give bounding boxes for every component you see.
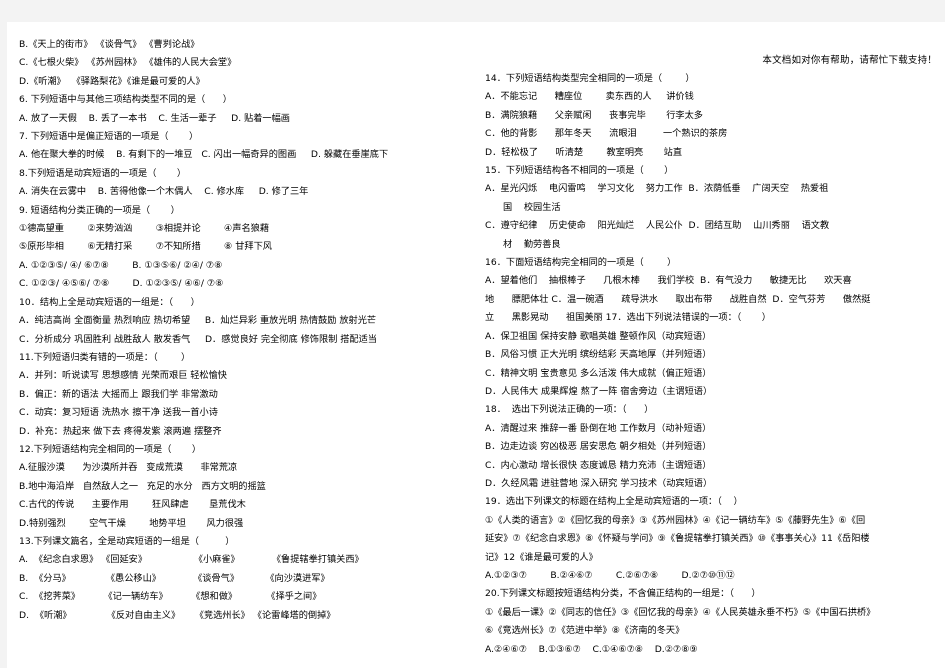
option-line: C. ①②③/ ④⑤⑥/ ⑦⑧ D. ①②③⑤/ ④⑥/ ⑦⑧ [19, 278, 224, 290]
two-column-body: B.《天上的街市》 《谈骨气》 《曹刿论战》 C.《七根火柴》 《苏州园林》 《… [7, 22, 945, 668]
text-line: D.《听潮》 《驿路梨花》《谁是最可爱的人》 [19, 75, 205, 87]
option-line: D.特别强烈 空气干燥 地势平坦 风力很强 [19, 517, 244, 529]
option-line: B．风俗习惯 正大光明 缤纷结彩 天高地厚（并列短语） [485, 349, 712, 361]
left-text-column: B.《天上的街市》 《谈骨气》 《曹刿论战》 C.《七根火柴》 《苏州园林》 《… [19, 36, 474, 625]
text-line: C.《七根火柴》 《苏州园林》 《雄伟的人民大会堂》 [19, 57, 237, 69]
option-line: C．遵守纪律 历史使命 阳光灿烂 人民公仆 D．团结互助 山川秀丽 语文教 [485, 220, 830, 232]
option-line: D．人民伟大 成果辉煌 熬了一阵 宿舍旁边（主谓短语） [485, 385, 713, 397]
option-line: D. 《听潮》 《反对自由主义》 《竞选州长》 《论雷峰塔的倒掉》 [19, 609, 336, 621]
option-line: C．内心激动 增长很快 态度诚恳 精力充沛（主谓短语） [485, 459, 712, 471]
option-line: B．偏正：新的语法 大摇而上 跟我们学 非常激动 [19, 388, 218, 400]
option-line: C.古代的传说 主要作用 狂风肆虐 垦荒伐木 [19, 499, 246, 511]
question-line: 9. 短语结构分类正确的一项是（ ） [19, 204, 180, 216]
question-line: 7. 下列短语中是偏正短语的一项是（ ） [19, 131, 199, 143]
option-line: 立 黑影晃动 祖国美丽 17．选出下列说法错误的一项：（ ） [485, 312, 771, 324]
text-line: B.《天上的街市》 《谈骨气》 《曹刿论战》 [19, 39, 200, 50]
option-line: A．望着他们 抽根棒子 几根木棒 我们学校 B．有气没力 敏捷无比 欢天喜 [485, 275, 852, 287]
option-line: B.地中海沿岸 自然敌人之一 充足的水分 西方文明的摇篮 [19, 480, 266, 492]
option-line: 延安》⑦《纪念白求恩》⑧《怀疑与学问》⑨《鲁提辖拳打镇关西》⑩《事事关心》11《… [485, 533, 870, 545]
question-line: 8.下列短语是动宾短语的一项是（ ） [19, 167, 187, 179]
question-line: 15．下列短语结构各不相同的一项是（ ） [485, 165, 674, 177]
option-line: C. 《挖荠菜》 《记一辆纺车》 《想和做》 《择乎之间》 [19, 591, 322, 603]
option-line: ⑤原形毕相 ⑥无精打采 ⑦不知所措 ⑧ 甘拜下风 [19, 241, 272, 253]
option-line: B. 《分马》 《愚公移山》 《谈骨气》 《向沙漠进军》 [19, 572, 330, 584]
option-line: A. 《纪念白求恩》 《回延安》 《小麻雀》 《鲁提辖拳打镇关西》 [19, 554, 364, 566]
option-line: A．清醒过来 推辞一番 卧倒在地 工作数月（动补短语） [485, 422, 712, 434]
option-line: 记》12《谁是最可爱的人》 [485, 551, 598, 563]
option-line: A. 消失在云雾中 B. 苦得他像一个木偶人 C. 修水库 D. 修了三年 [19, 186, 309, 198]
option-line: A．保卫祖国 保持安静 歌唱英雄 整顿作风（动宾短语） [485, 330, 712, 342]
question-line: 18． 选出下列说法正确的一项：（ ） [485, 404, 654, 416]
option-line-continuation: 材 勤劳善良 [503, 238, 561, 250]
option-line: D．轻松极了 听清楚 教室明亮 站直 [485, 146, 683, 158]
option-line: C．动宾：复习短语 洗热水 擦干净 送我一首小诗 [19, 407, 218, 419]
question-line: 10．结构上全是动宾短语的一组是：（ ） [19, 296, 200, 308]
question-line: 12.下列短语结构完全相同的一项是（ ） [19, 443, 202, 455]
question-line: 13.下列课文篇名，全是动宾短语的一组是（ ） [19, 535, 235, 547]
option-line: ①德高望重 ②来势汹汹 ③相提并论 ④声名狼藉 [19, 223, 270, 235]
question-line: 6. 下列短语中与其他三项结构类型不同的是（ ） [19, 94, 232, 106]
option-line-continuation: 国 校园生活 [503, 201, 561, 213]
question-line: 19．选出下列课文的标题在结构上全是动宾短语的一项：（ ） [485, 496, 743, 508]
option-line: C．精神文明 宝贵意见 多么活泼 伟大成就（偏正短语） [485, 367, 712, 379]
option-line: A．纯洁高尚 全面衡量 热烈响应 热切希望 B．灿烂异彩 重放光明 热情鼓励 放… [19, 315, 377, 327]
option-line: B．满院狼藉 父亲赋闲 丧事完毕 行李太多 [485, 109, 703, 121]
option-line: B．边走边谈 穷凶极恶 居安思危 朝夕相处（并列短语） [485, 441, 712, 453]
option-line: C．分析成分 巩固胜利 战胜敌人 散发香气 D．感觉良好 完全彻底 修饰限制 搭… [19, 333, 377, 345]
option-line: A. 他在聚大拳的时候 B. 有剩下的一堆豆 C. 闪出一幅奇异的图画 D. 躲… [19, 149, 389, 161]
option-line: A.①②③⑦ B.②④⑥⑦ C.②⑥⑦⑧ D.②⑦⑩⑪⑫ [485, 569, 735, 581]
option-line: A. 放了一天假 B. 丢了一本书 C. 生活一辈子 D. 贴着一幅画 [19, 112, 290, 124]
option-line: A.征服沙漠 为沙漠所并吞 变成荒漠 非常荒凉 [19, 462, 238, 474]
question-line: 16．下面短语结构完全相同的一项是（ ） [485, 257, 677, 269]
right-text-column: 14．下列短语结构类型完全相同的一项是（ ） A．不能忘记 糟座位 卖东西的人 … [485, 70, 940, 659]
option-line: A.②④⑥⑦ B.①③⑥⑦ C.①④⑥⑦⑧ D.②⑦⑧⑨ [485, 643, 698, 655]
option-line: 地 膘肥体壮 C．温一碗酒 疏导洪水 取出布带 战胜自然 D．空气芬芳 傲然挺 [485, 293, 871, 305]
question-line: 11.下列短语归类有错的一项是：（ ） [19, 351, 191, 363]
option-line: A．星光闪烁 电闪雷鸣 学习文化 努力工作 B．浓荫低垂 广阔天空 热爱祖 [485, 183, 829, 195]
option-line: A. ①②③⑤/ ④/ ⑥⑦⑧ B. ①③⑤⑥/ ②④/ ⑦⑧ [19, 259, 223, 271]
option-line: ⑥《竞选州长》⑦《范进中举》⑧《济南的冬天》 [485, 625, 685, 637]
option-line: D．久经风霜 进驻营地 深入研究 学习技术（动宾短语） [485, 477, 713, 489]
option-line: A．不能忘记 糟座位 卖东西的人 讲价钱 [485, 91, 694, 103]
option-line: D．补充：热起来 做下去 疼得发紫 滚两遍 摆整齐 [19, 425, 222, 437]
question-line: 20.下列课文标题按短语结构分类，不含偏正结构的一组是：（ ） [485, 588, 761, 600]
question-line: 14．下列短语结构类型完全相同的一项是（ ） [485, 73, 695, 84]
option-line: C．他的背影 那年冬天 流眼泪 一个熟识的茶房 [485, 128, 728, 140]
document-page: 本文档如对你有帮助，请帮忙下载支持！ B.《天上的街市》 《谈骨气》 《曹刿论战… [7, 22, 945, 668]
option-line: ①《最后一课》②《同志的信任》③《回忆我的母亲》④《人民英雄永垂不朽》⑤《中国石… [485, 606, 876, 618]
option-line: ①《人类的语言》②《回忆我的母亲》③《苏州园林》④《记一辆纺车》⑤《藤野先生》⑥… [485, 514, 866, 526]
option-line: A．并列：听说读写 思想感情 光荣而艰巨 轻松愉快 [19, 370, 227, 382]
